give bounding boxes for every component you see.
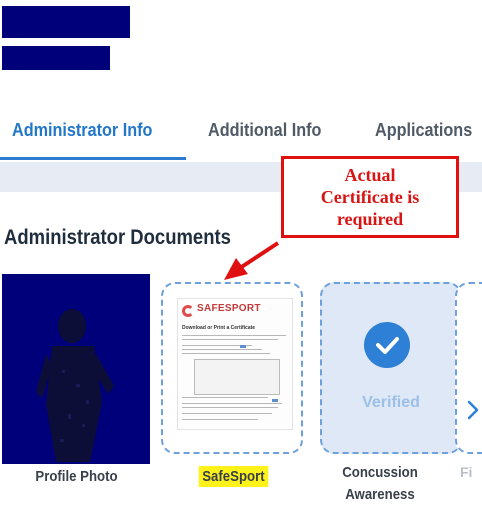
preview-line [182, 353, 270, 354]
callout-line-1: Actual [344, 165, 396, 185]
tab-bar: Administrator Info Additional Info Appli… [0, 110, 482, 162]
profile-photo-label: Profile Photo [35, 468, 118, 485]
safesport-certificate-preview: SAFESPORT Download or Print a Certificat… [177, 298, 293, 430]
next-document-label: Fi [460, 464, 473, 480]
safesport-label: SafeSport [198, 466, 269, 487]
concussion-label-line-2: Awareness [345, 486, 415, 503]
person-silhouette [36, 309, 114, 462]
profile-photo-card[interactable] [2, 274, 150, 464]
concussion-label-line-1: Concussion [342, 464, 418, 481]
safesport-card[interactable]: SAFESPORT Download or Print a Certificat… [161, 282, 303, 454]
preview-line [182, 339, 278, 340]
preview-line [182, 403, 282, 404]
verified-status: Verified [362, 394, 420, 411]
active-tab-indicator [0, 157, 186, 160]
preview-button [240, 345, 246, 348]
preview-heading: Download or Print a Certificate [182, 325, 256, 331]
preview-button [272, 399, 278, 402]
redacted-name-line-2 [2, 46, 110, 70]
preview-line [182, 349, 262, 350]
callout-note: Actual Certificate is required [281, 156, 459, 238]
safesport-logo-icon [182, 305, 194, 317]
redacted-name-line-1 [2, 6, 130, 38]
chevron-right-icon[interactable] [466, 398, 480, 422]
section-title: Administrator Documents [4, 226, 231, 249]
concussion-awareness-card[interactable]: Verified [320, 282, 462, 454]
preview-table [194, 359, 280, 395]
safesport-brand: SAFESPORT [197, 303, 261, 314]
preview-line [182, 413, 272, 414]
tab-additional-info[interactable]: Additional Info [208, 120, 321, 141]
preview-line [182, 397, 268, 398]
preview-line [182, 407, 278, 408]
callout-line-3: required [336, 209, 404, 229]
preview-line [182, 335, 286, 336]
tab-administrator-info[interactable]: Administrator Info [12, 120, 152, 141]
callout-line-2: Certificate is [320, 187, 420, 207]
preview-line [182, 419, 258, 420]
next-document-card[interactable] [455, 282, 482, 454]
check-icon [364, 322, 410, 368]
tab-applications[interactable]: Applications [375, 120, 472, 141]
